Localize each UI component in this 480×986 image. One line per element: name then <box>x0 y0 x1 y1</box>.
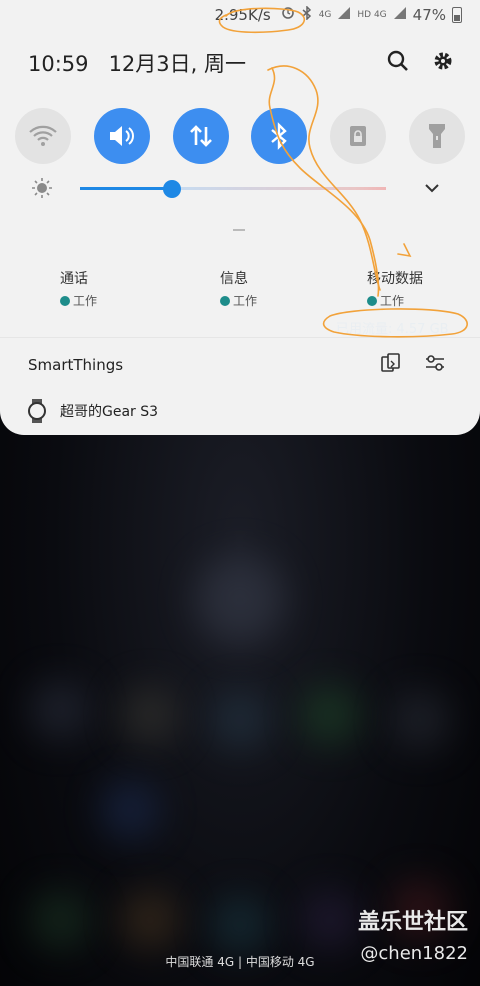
date-time: 10:59 12月3日, 周一 <box>28 48 246 78</box>
bluetooth-icon <box>271 122 288 150</box>
flashlight-icon <box>428 124 445 148</box>
signal-icon <box>337 6 351 24</box>
divider <box>0 337 480 338</box>
smartthings-label: SmartThings <box>28 356 124 374</box>
work-label: 工作 <box>233 294 258 308</box>
work-label: 工作 <box>380 294 405 308</box>
settings-sliders-icon[interactable] <box>424 352 446 374</box>
sim1-label: 4G <box>318 10 332 20</box>
chevron-down-icon[interactable] <box>424 180 440 196</box>
lock-icon <box>350 126 367 146</box>
connected-device[interactable]: 超哥的Gear S3 <box>26 398 158 424</box>
bluetooth-status-icon <box>301 5 313 24</box>
watermark-user: @chen1822 <box>360 943 468 964</box>
lock-toggle[interactable] <box>330 108 387 164</box>
bluetooth-toggle[interactable] <box>251 108 308 164</box>
alarm-icon <box>281 6 295 24</box>
app-call[interactable]: 通话 工作 <box>60 268 97 309</box>
sim2-label: HD 4G <box>357 10 387 20</box>
brightness-track[interactable] <box>171 187 386 190</box>
work-badge-icon <box>60 295 70 306</box>
battery-percent: 47% <box>412 6 446 24</box>
device-connect-icon[interactable] <box>380 352 402 374</box>
data-arrows-icon <box>189 125 212 147</box>
wifi-icon <box>29 125 57 146</box>
watermark-title: 盖乐世社区 <box>357 910 468 935</box>
brightness-track-filled <box>80 187 172 190</box>
app-mobile-data[interactable]: 移动数据 工作 <box>367 268 423 309</box>
speaker-icon <box>109 126 134 146</box>
work-label: 工作 <box>73 294 98 308</box>
brightness-icon <box>32 178 52 198</box>
wifi-toggle[interactable] <box>15 108 71 164</box>
app-label: 移动数据 <box>367 271 423 287</box>
app-messages[interactable]: 信息 工作 <box>220 268 257 309</box>
work-apps-row: 通话 工作 信息 工作 移动数据 工作 <box>0 268 480 308</box>
work-badge-icon <box>367 295 377 306</box>
search-icon[interactable] <box>385 48 411 74</box>
gear-icon[interactable] <box>430 48 456 74</box>
brightness-slider-thumb[interactable] <box>162 180 181 198</box>
app-label: 信息 <box>220 271 248 287</box>
device-name: 超哥的Gear S3 <box>60 404 159 420</box>
work-badge-icon <box>220 295 230 306</box>
data-usage: 已用流量: 4.57 GB <box>336 322 449 337</box>
quick-tiles <box>15 108 465 164</box>
drag-handle[interactable] <box>233 229 245 231</box>
status-bar: 2.95K/s 4G HD 4G 47% <box>215 4 462 26</box>
watch-icon <box>28 399 46 423</box>
clock: 10:59 <box>28 52 89 76</box>
mobile-data-toggle[interactable] <box>172 108 229 164</box>
brightness-row <box>28 174 448 202</box>
signal-icon-2 <box>393 6 407 24</box>
app-label: 通话 <box>60 271 88 287</box>
net-speed: 2.95K/s <box>214 6 271 24</box>
battery-icon <box>452 7 462 23</box>
sound-toggle[interactable] <box>93 108 150 164</box>
flashlight-toggle[interactable] <box>408 108 465 164</box>
quick-settings-panel: 2.95K/s 4G HD 4G 47% 10:59 12月3日, 周一 通话 … <box>0 0 480 435</box>
date: 12月3日, 周一 <box>108 52 246 76</box>
